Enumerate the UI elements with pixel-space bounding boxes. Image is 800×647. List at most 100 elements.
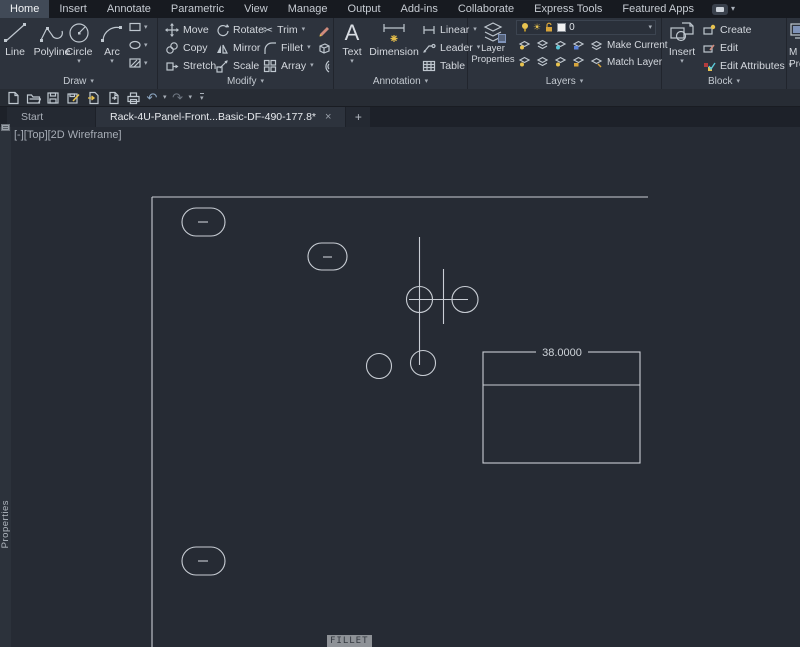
- chevron-down-icon: ▾: [648, 24, 652, 31]
- redo-button[interactable]: ↷: [171, 90, 185, 106]
- edit-block-button[interactable]: Edit: [702, 40, 738, 55]
- chevron-down-icon: ▾: [350, 58, 354, 66]
- circle-button[interactable]: Circle ▾: [62, 20, 96, 65]
- offset-button[interactable]: [317, 58, 331, 73]
- save-as-button[interactable]: [65, 90, 81, 106]
- panel-draw: Line Polyline Circle ▾ Arc ▾ ▾ ▾ ▾ Draw …: [0, 18, 158, 89]
- line-button[interactable]: Line: [0, 20, 30, 58]
- modify-panel-label[interactable]: Modify ▾: [158, 74, 333, 88]
- layer-unlock-small-icon[interactable]: [572, 56, 585, 67]
- circle-hole: [365, 352, 393, 380]
- text-button[interactable]: A Text ▾: [338, 20, 366, 65]
- stretch-icon: [166, 61, 179, 71]
- hatch-tool-button[interactable]: ▾: [128, 57, 148, 69]
- viewport-controls[interactable]: [-][Top][2D Wireframe]: [14, 129, 122, 141]
- draw-panel-label[interactable]: Draw ▾: [0, 74, 157, 88]
- palette-grip-icon[interactable]: [1, 124, 10, 131]
- insert-button[interactable]: Insert ▾: [666, 20, 698, 65]
- new-drawing-tab-button[interactable]: +: [346, 107, 371, 127]
- tab-output[interactable]: Output: [338, 0, 391, 18]
- undo-dropdown[interactable]: ▾: [163, 94, 167, 101]
- layer-dropdown[interactable]: ☀ 0 ▾: [516, 20, 656, 35]
- transfer-button[interactable]: [105, 90, 121, 106]
- command-echo: FILLET: [327, 635, 372, 647]
- chevron-down-icon: ▾: [301, 26, 306, 33]
- drawing-canvas[interactable]: 38.0000 [-][Top][2D Wireframe] FILLET: [0, 127, 800, 647]
- rotate-button[interactable]: Rotate: [215, 22, 264, 37]
- chevron-down-icon: ▾: [77, 58, 81, 66]
- qat-customize-button[interactable]: ▾: [200, 93, 204, 102]
- match-properties-button[interactable]: M Prop: [789, 22, 800, 71]
- trim-scissors-icon: ✂: [263, 22, 274, 37]
- chevron-down-icon: ▾: [680, 58, 684, 66]
- undo-button[interactable]: ↶: [145, 90, 159, 106]
- stretch-button[interactable]: Stretch: [165, 58, 216, 73]
- offset-icon: [325, 59, 330, 73]
- layer-state-icon[interactable]: [554, 56, 567, 67]
- match-layer-button[interactable]: Match Layer: [590, 55, 662, 70]
- rotate-icon: [217, 23, 229, 36]
- save-button[interactable]: [45, 90, 61, 106]
- file-tab-document[interactable]: Rack-4U-Panel-Front...Basic-DF-490-177.8…: [96, 107, 346, 127]
- new-file-button[interactable]: [5, 90, 21, 106]
- layer-properties-icon: [483, 22, 506, 43]
- dimensioned-rectangle: [482, 351, 641, 464]
- quick-access-toolbar: ↶ ▾ ↷ ▾ ▾: [0, 89, 800, 107]
- annotation-panel-label[interactable]: Annotation ▾: [334, 74, 467, 88]
- move-button[interactable]: Move: [165, 22, 209, 37]
- open-file-button[interactable]: [25, 90, 41, 106]
- layers-panel-label[interactable]: Layers ▾: [468, 74, 661, 88]
- close-icon[interactable]: ×: [325, 111, 331, 123]
- block-panel-label[interactable]: Block ▾: [662, 74, 786, 88]
- tab-view[interactable]: View: [234, 0, 278, 18]
- layer-freeze-icon[interactable]: [554, 39, 567, 50]
- layer-state-icon[interactable]: [536, 39, 549, 50]
- scale-button[interactable]: Scale: [215, 58, 259, 73]
- move-icon: [165, 22, 179, 37]
- file-tab-start[interactable]: Start: [7, 107, 95, 127]
- tab-annotate[interactable]: Annotate: [97, 0, 161, 18]
- redo-dropdown[interactable]: ▾: [189, 94, 193, 101]
- hatch-icon: [129, 58, 141, 68]
- arc-button[interactable]: Arc ▾: [96, 20, 128, 65]
- array-button[interactable]: Array ▾: [263, 58, 314, 73]
- erase-button[interactable]: [317, 22, 331, 37]
- tab-home[interactable]: Home: [0, 0, 50, 18]
- create-block-button[interactable]: Create: [702, 22, 752, 37]
- tab-parametric[interactable]: Parametric: [161, 0, 234, 18]
- printer-icon: [126, 91, 140, 104]
- layer-properties-button[interactable]: Layer Properties: [470, 20, 516, 66]
- ribbon-extras-button[interactable]: ▾: [711, 0, 735, 18]
- properties-palette-strip[interactable]: Properties: [0, 124, 11, 647]
- arc-icon: [101, 26, 122, 42]
- mirror-button[interactable]: Mirror: [215, 40, 260, 55]
- dimension-button[interactable]: Dimension: [368, 20, 420, 58]
- layer-lock-icon[interactable]: [572, 39, 585, 50]
- ribbon: Line Polyline Circle ▾ Arc ▾ ▾ ▾ ▾ Draw …: [0, 18, 800, 89]
- tab-express-tools[interactable]: Express Tools: [524, 0, 612, 18]
- fillet-button[interactable]: Fillet ▾: [263, 40, 311, 55]
- layer-state-icon[interactable]: [518, 39, 531, 50]
- make-current-button[interactable]: Make Current: [590, 38, 668, 53]
- rectangle-tool-button[interactable]: ▾: [128, 21, 148, 33]
- chevron-down-icon: ▾: [730, 4, 735, 13]
- copy-button[interactable]: Copy: [165, 40, 208, 55]
- panel-properties-cut: M Prop: [787, 18, 800, 89]
- edit-attributes-button[interactable]: Edit Attributes ▾: [702, 58, 792, 73]
- layer-state-icon[interactable]: [536, 56, 549, 67]
- explode-button[interactable]: [317, 40, 331, 55]
- table-button[interactable]: Table: [422, 58, 465, 73]
- tab-manage[interactable]: Manage: [278, 0, 338, 18]
- tab-add-ins[interactable]: Add-ins: [391, 0, 448, 18]
- trim-button[interactable]: ✂ Trim ▾: [263, 22, 305, 37]
- print-button[interactable]: [125, 90, 141, 106]
- layer-on-bulb-icon: [522, 23, 528, 32]
- ellipse-tool-button[interactable]: ▾: [128, 39, 148, 51]
- export-button[interactable]: [85, 90, 101, 106]
- tab-insert[interactable]: Insert: [49, 0, 97, 18]
- chevron-down-icon: ▾: [307, 44, 311, 51]
- layer-state-icon[interactable]: [518, 56, 531, 67]
- tab-collaborate[interactable]: Collaborate: [448, 0, 524, 18]
- redo-icon: ↷: [172, 90, 183, 105]
- tab-featured-apps[interactable]: Featured Apps: [612, 0, 704, 18]
